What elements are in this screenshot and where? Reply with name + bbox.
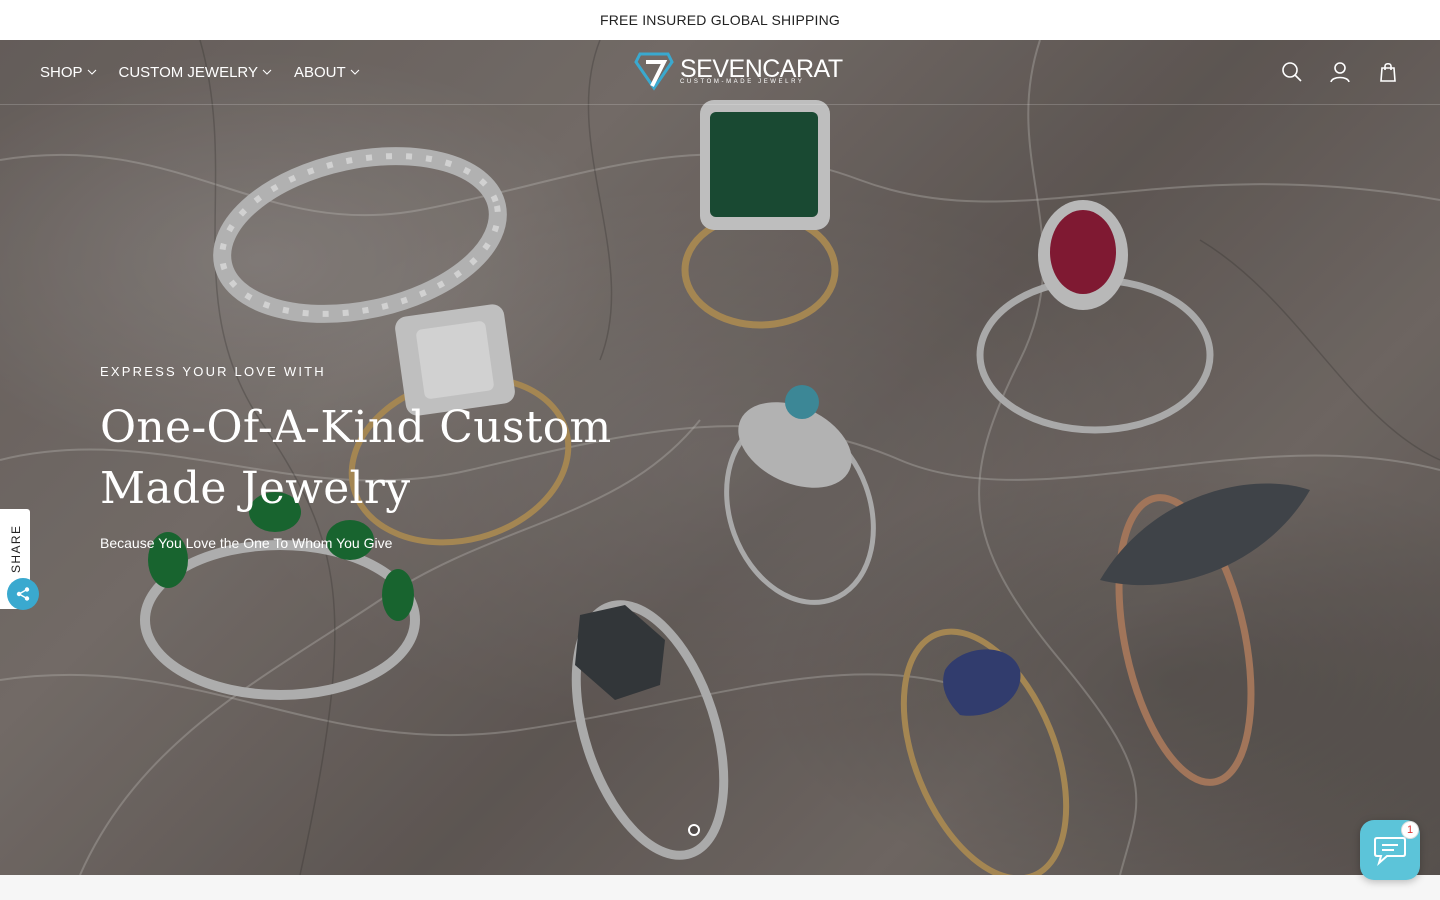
logo-name: SEVENCARAT xyxy=(680,55,843,83)
hero-title: One-Of-A-Kind Custom Made Jewelry xyxy=(100,402,612,514)
nav-item-shop[interactable]: SHOP xyxy=(40,64,97,81)
site-logo[interactable]: SEVENCARAT CUSTOM-MADE JEWELRY xyxy=(634,50,843,92)
next-section-edge xyxy=(0,875,1440,900)
nav-item-custom-jewelry[interactable]: CUSTOM JEWELRY xyxy=(119,64,272,81)
logo-tagline: CUSTOM-MADE JEWELRY xyxy=(680,79,805,85)
chat-unread-badge: 1 xyxy=(1401,821,1419,839)
main-nav: SHOP CUSTOM JEWELRY ABOUT xyxy=(40,40,360,104)
diamond-logo-icon xyxy=(634,52,674,91)
hero-eyebrow: EXPRESS YOUR LOVE WITH xyxy=(100,364,326,379)
share-label: SHARE xyxy=(9,524,23,573)
chevron-down-icon xyxy=(350,69,360,75)
cart-icon[interactable] xyxy=(1376,60,1400,84)
search-icon[interactable] xyxy=(1280,60,1304,84)
slider-dot[interactable] xyxy=(688,824,700,836)
nav-item-label: CUSTOM JEWELRY xyxy=(118,63,258,81)
site-header: SHOP CUSTOM JEWELRY ABOUT SEVENCARAT CUS… xyxy=(0,40,1440,105)
chevron-down-icon xyxy=(87,69,96,75)
share-icon xyxy=(16,587,30,601)
chevron-down-icon xyxy=(262,69,272,75)
header-icons xyxy=(1280,40,1400,104)
announcement-bar: FREE INSURED GLOBAL SHIPPING xyxy=(0,0,1440,40)
account-icon[interactable] xyxy=(1328,60,1352,84)
slider-dots xyxy=(688,824,700,836)
chat-icon xyxy=(1374,837,1406,866)
hero-content: EXPRESS YOUR LOVE WITH One-Of-A-Kind Cus… xyxy=(100,364,660,551)
nav-item-about[interactable]: ABOUT xyxy=(294,64,360,81)
announcement-text: FREE INSURED GLOBAL SHIPPING xyxy=(599,12,841,28)
hero-subtitle: Because You Love the One To Whom You Giv… xyxy=(100,535,393,551)
nav-item-label: ABOUT xyxy=(293,63,346,81)
share-button[interactable] xyxy=(7,578,39,610)
nav-item-label: SHOP xyxy=(40,63,83,81)
